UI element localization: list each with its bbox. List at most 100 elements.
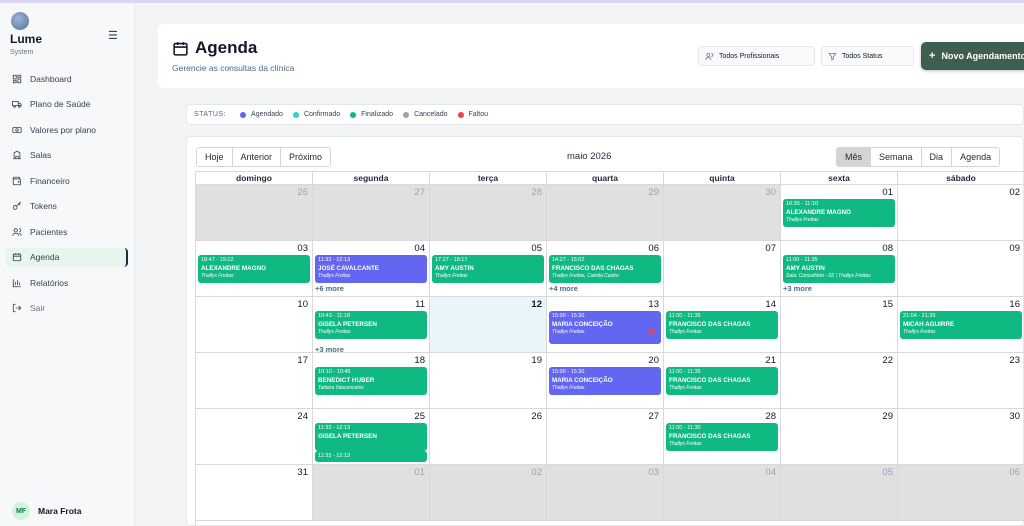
day-number[interactable]: 09: [1009, 243, 1020, 254]
day-cell[interactable]: 02: [430, 465, 547, 521]
day-number[interactable]: 17: [297, 355, 308, 366]
day-cell[interactable]: 01 10:35 - 11:10 ALEXANDRE MAGNO Thallys Fr…: [781, 185, 898, 241]
appointment-event[interactable]: 17:27 - 18:17 AMY AUSTIN Thallys Freitas: [432, 255, 544, 283]
day-number[interactable]: 21: [765, 355, 776, 366]
appointment-event[interactable]: 15:00 - 15:30 MARIA CONCEIÇÃO Thallys Frei…: [549, 367, 661, 395]
day-cell[interactable]: 23: [898, 353, 1024, 409]
day-cell[interactable]: 30: [664, 185, 781, 241]
day-number[interactable]: 01: [414, 467, 425, 478]
new-appointment-button[interactable]: + Novo Agendamento: [921, 42, 1024, 70]
day-cell[interactable]: 05: [781, 465, 898, 521]
day-number[interactable]: 25: [414, 411, 425, 422]
day-cell[interactable]: 07: [664, 241, 781, 297]
day-cell[interactable]: 04 11:33 - 12:13 JOSÉ CAVALCANTE Thallys Fr…: [313, 241, 430, 297]
day-cell[interactable]: 10: [196, 297, 313, 353]
nav-anterior-button[interactable]: Anterior: [232, 148, 282, 166]
day-cell[interactable]: 19: [430, 353, 547, 409]
day-cell[interactable]: 27: [547, 409, 664, 465]
view-semana-button[interactable]: Semana: [871, 148, 922, 166]
more-events-link[interactable]: +4 more: [549, 284, 578, 293]
day-cell[interactable]: 05 17:27 - 18:17 AMY AUSTIN Thallys Freitas: [430, 241, 547, 297]
day-cell[interactable]: 29: [547, 185, 664, 241]
sidebar-item-plano-de-sa-de[interactable]: Plano de Saúde: [6, 95, 128, 114]
day-number[interactable]: 27: [414, 187, 425, 198]
appointment-event[interactable]: 10:10 - 10:45 BENEDICT HUBER Tatiana Vasco…: [315, 367, 427, 395]
day-number[interactable]: 24: [297, 411, 308, 422]
day-number[interactable]: 29: [882, 411, 893, 422]
day-number[interactable]: 02: [531, 467, 542, 478]
day-number[interactable]: 20: [648, 355, 659, 366]
day-number[interactable]: 16: [1009, 299, 1020, 310]
day-number[interactable]: 15: [882, 299, 893, 310]
day-cell[interactable]: 15: [781, 297, 898, 353]
day-number[interactable]: 08: [882, 243, 893, 254]
view-dia-button[interactable]: Dia: [921, 148, 953, 166]
sidebar-item-relat-rios[interactable]: Relatórios: [6, 273, 128, 292]
nav-hoje-button[interactable]: Hoje: [197, 148, 233, 166]
day-cell[interactable]: 16 21:04 - 21:39 MICAH AGUIRRE Thallys Frei…: [898, 297, 1024, 353]
day-number[interactable]: 31: [297, 467, 308, 478]
day-number[interactable]: 19: [531, 355, 542, 366]
user-profile[interactable]: MF Mara Frota: [12, 502, 81, 520]
appointment-event[interactable]: 21:04 - 21:39 MICAH AGUIRRE Thallys Freita…: [900, 311, 1022, 339]
day-number[interactable]: 04: [765, 467, 776, 478]
day-number[interactable]: 06: [648, 243, 659, 254]
day-number[interactable]: 01: [882, 187, 893, 198]
day-number[interactable]: 07: [765, 243, 776, 254]
sidebar-item-sair[interactable]: Sair: [6, 299, 128, 318]
day-cell[interactable]: 26: [430, 409, 547, 465]
day-number[interactable]: 28: [765, 411, 776, 422]
day-number[interactable]: 30: [765, 187, 776, 198]
view-agenda-button[interactable]: Agenda: [952, 148, 1000, 166]
view-m-s-button[interactable]: Mês: [837, 148, 872, 166]
day-cell[interactable]: 28 11:00 - 11:30 FRANCISCO DAS CHAGAS Thall…: [664, 409, 781, 465]
sidebar-item-pacientes[interactable]: Pacientes: [6, 222, 128, 241]
appointment-event[interactable]: 11:33 - 12:13 GISELA PETERSEN: [315, 423, 427, 451]
day-number[interactable]: 02: [1009, 187, 1020, 198]
day-cell[interactable]: 03 18:47 - 19:22 ALEXANDRE MAGNO Thallys Fr…: [196, 241, 313, 297]
day-number[interactable]: 18: [414, 355, 425, 366]
appointment-event[interactable]: 11:00 - 11:35 AMY AUSTIN Sala: Consultório…: [783, 255, 895, 283]
more-events-link[interactable]: +3 more: [783, 284, 812, 293]
day-cell[interactable]: 25 11:33 - 12:13 GISELA PETERSEN 11:33 - 12…: [313, 409, 430, 465]
day-cell[interactable]: 13 15:00 - 15:30 MARIA CONCEIÇÃO Thallys Fr…: [547, 297, 664, 353]
day-cell[interactable]: 06: [898, 465, 1024, 521]
day-number[interactable]: 11: [415, 299, 425, 310]
day-number[interactable]: 03: [297, 243, 308, 254]
day-number[interactable]: 27: [648, 411, 659, 422]
day-number[interactable]: 26: [297, 187, 308, 198]
appointment-event[interactable]: 10:43 - 11:18 GISELA PETERSEN Thallys Frei…: [315, 311, 427, 339]
day-cell[interactable]: 18 10:10 - 10:45 BENEDICT HUBER Tatiana Vas…: [313, 353, 430, 409]
day-cell[interactable]: 27: [313, 185, 430, 241]
sidebar-item-dashboard[interactable]: Dashboard: [6, 69, 128, 88]
day-number[interactable]: 13: [648, 299, 659, 310]
more-events-link[interactable]: +6 more: [315, 284, 344, 293]
nav-pr-ximo-button[interactable]: Próximo: [281, 148, 331, 166]
day-number[interactable]: 29: [648, 187, 659, 198]
menu-toggle-icon[interactable]: ☰: [108, 29, 118, 42]
sidebar-item-valores-por-plano[interactable]: Valores por plano: [6, 120, 128, 139]
sidebar-item-financeiro[interactable]: Financeiro: [6, 171, 128, 190]
day-cell[interactable]: 03: [547, 465, 664, 521]
day-cell[interactable]: 11 10:43 - 11:18 GISELA PETERSEN Thallys Fr…: [313, 297, 430, 354]
sidebar-item-tokens[interactable]: Tokens: [6, 197, 128, 216]
day-cell[interactable]: 09: [898, 241, 1024, 297]
day-cell[interactable]: 01: [313, 465, 430, 521]
day-number[interactable]: 26: [531, 411, 542, 422]
day-number[interactable]: 10: [297, 299, 308, 310]
day-number[interactable]: 03: [648, 467, 659, 478]
professional-filter[interactable]: Todos Profissionais: [698, 46, 815, 66]
day-cell[interactable]: 22: [781, 353, 898, 409]
day-number[interactable]: 06: [1009, 467, 1020, 478]
day-number[interactable]: 30: [1009, 411, 1020, 422]
day-cell[interactable]: 14 11:00 - 11:35 FRANCISCO DAS CHAGAS Thall…: [664, 297, 781, 353]
appointment-event[interactable]: 11:33 - 12:13: [315, 451, 427, 462]
day-cell[interactable]: 24: [196, 409, 313, 465]
status-filter[interactable]: Todos Status: [821, 46, 914, 66]
day-cell[interactable]: 08 11:00 - 11:35 AMY AUSTIN Sala: Consultór…: [781, 241, 898, 297]
day-cell[interactable]: 26: [196, 185, 313, 241]
day-number[interactable]: 12: [531, 299, 542, 310]
day-cell[interactable]: 04: [664, 465, 781, 521]
day-number[interactable]: 04: [414, 243, 425, 254]
day-number[interactable]: 14: [765, 299, 776, 310]
